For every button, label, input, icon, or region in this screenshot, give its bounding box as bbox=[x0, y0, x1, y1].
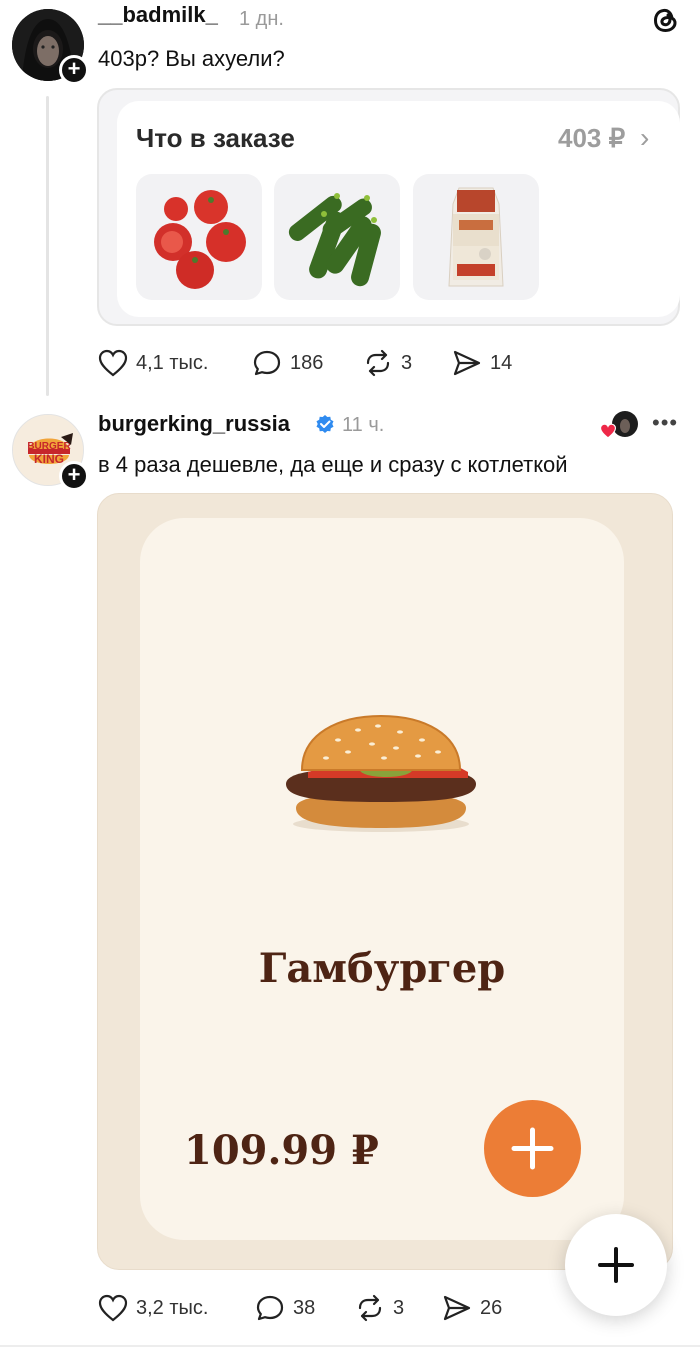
heart-filled-icon bbox=[599, 423, 617, 439]
post-text: 403р? Вы ахуели? bbox=[98, 46, 285, 71]
svg-text:BURGER: BURGER bbox=[27, 441, 71, 452]
order-title: Что в заказе bbox=[136, 123, 295, 153]
send-icon bbox=[443, 1295, 471, 1321]
more-options-icon[interactable]: ••• bbox=[652, 410, 678, 436]
comment-button[interactable]: 186 bbox=[252, 349, 323, 377]
like-button[interactable]: 4,1 тыс. bbox=[98, 349, 208, 377]
repost-count: 3 bbox=[401, 351, 413, 374]
repost-icon bbox=[366, 349, 390, 377]
chevron-right-icon[interactable]: › bbox=[640, 122, 649, 154]
share-count: 14 bbox=[490, 351, 513, 374]
comment-button[interactable]: 38 bbox=[255, 1294, 315, 1322]
follow-plus-icon[interactable]: + bbox=[59, 461, 89, 491]
thread-connector bbox=[46, 96, 49, 396]
post-text: в 4 раза дешевле, да еще и сразу с котле… bbox=[98, 452, 568, 477]
verified-badge-icon bbox=[316, 415, 334, 433]
heart-icon bbox=[98, 1294, 128, 1322]
send-icon bbox=[453, 350, 481, 376]
heart-icon bbox=[98, 349, 128, 377]
threads-logo-icon[interactable] bbox=[650, 4, 682, 36]
username[interactable]: burgerking_russia bbox=[98, 411, 290, 437]
cucumbers-image bbox=[274, 174, 400, 300]
plus-icon bbox=[511, 1127, 554, 1170]
like-count: 4,1 тыс. bbox=[136, 351, 209, 374]
follow-plus-icon[interactable]: + bbox=[59, 55, 89, 85]
timestamp: 1 дн. bbox=[239, 8, 284, 30]
share-button[interactable]: 26 bbox=[442, 1294, 502, 1322]
product-name: Гамбургер bbox=[258, 945, 506, 992]
repost-count: 3 bbox=[393, 1296, 405, 1319]
share-button[interactable]: 14 bbox=[452, 349, 512, 377]
compose-button[interactable] bbox=[565, 1214, 667, 1316]
username[interactable]: __badmilk_ bbox=[98, 2, 218, 28]
add-to-cart-button[interactable] bbox=[484, 1100, 581, 1197]
repost-icon bbox=[358, 1294, 382, 1322]
comment-icon bbox=[253, 350, 281, 376]
plus-icon bbox=[598, 1247, 634, 1283]
comment-count: 38 bbox=[293, 1296, 316, 1319]
tomatoes-image bbox=[136, 174, 262, 300]
comment-count: 186 bbox=[290, 351, 324, 374]
like-button[interactable]: 3,2 тыс. bbox=[98, 1294, 208, 1322]
svg-text:KING: KING bbox=[34, 452, 64, 466]
like-count: 3,2 тыс. bbox=[136, 1296, 209, 1319]
divider bbox=[0, 1345, 700, 1347]
repost-button[interactable]: 3 bbox=[363, 349, 412, 377]
repost-button[interactable]: 3 bbox=[355, 1294, 404, 1322]
timestamp: 11 ч. bbox=[342, 414, 385, 436]
bread-image bbox=[413, 174, 539, 300]
order-price: 403 ₽ bbox=[558, 123, 626, 153]
hamburger-image bbox=[286, 714, 476, 832]
share-count: 26 bbox=[480, 1296, 503, 1319]
product-price: 109.99 ₽ bbox=[184, 1127, 379, 1174]
comment-icon bbox=[256, 1295, 284, 1321]
